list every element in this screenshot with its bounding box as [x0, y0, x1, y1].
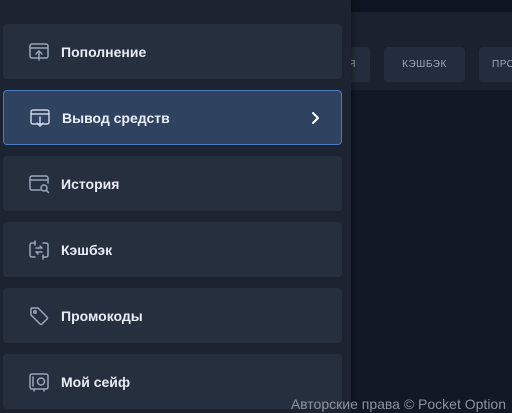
cashback-icon	[28, 239, 50, 261]
menu-item-label: Промокоды	[61, 307, 143, 324]
background-tab-promo[interactable]: ПРО	[479, 47, 512, 82]
deposit-icon	[28, 41, 50, 63]
menu-item-label: История	[61, 175, 120, 192]
side-menu-panel: Пополнение Вывод средств История Кэшбэк …	[0, 0, 351, 413]
menu-item-history[interactable]: История	[3, 156, 342, 211]
menu-item-label: Вывод средств	[62, 109, 170, 126]
history-icon	[28, 173, 50, 195]
chevron-right-icon	[312, 111, 319, 124]
menu-item-label: Мой сейф	[61, 373, 131, 390]
background-tab-cashback[interactable]: КЭШБЭК	[384, 47, 465, 82]
menu-item-label: Пополнение	[61, 43, 147, 60]
withdraw-icon	[29, 107, 51, 129]
tag-icon	[28, 305, 50, 327]
safe-icon	[28, 371, 50, 393]
copyright-text: Авторские права © Pocket Option	[290, 396, 506, 412]
menu-item-withdraw[interactable]: Вывод средств	[3, 90, 342, 145]
menu-item-label: Кэшбэк	[61, 241, 113, 258]
menu-item-cashback[interactable]: Кэшбэк	[3, 222, 342, 277]
menu-item-promocodes[interactable]: Промокоды	[3, 288, 342, 343]
menu-item-deposit[interactable]: Пополнение	[3, 24, 342, 79]
page: Я КЭШБЭК ПРО Пополнение Вывод средств Ис…	[0, 0, 512, 413]
